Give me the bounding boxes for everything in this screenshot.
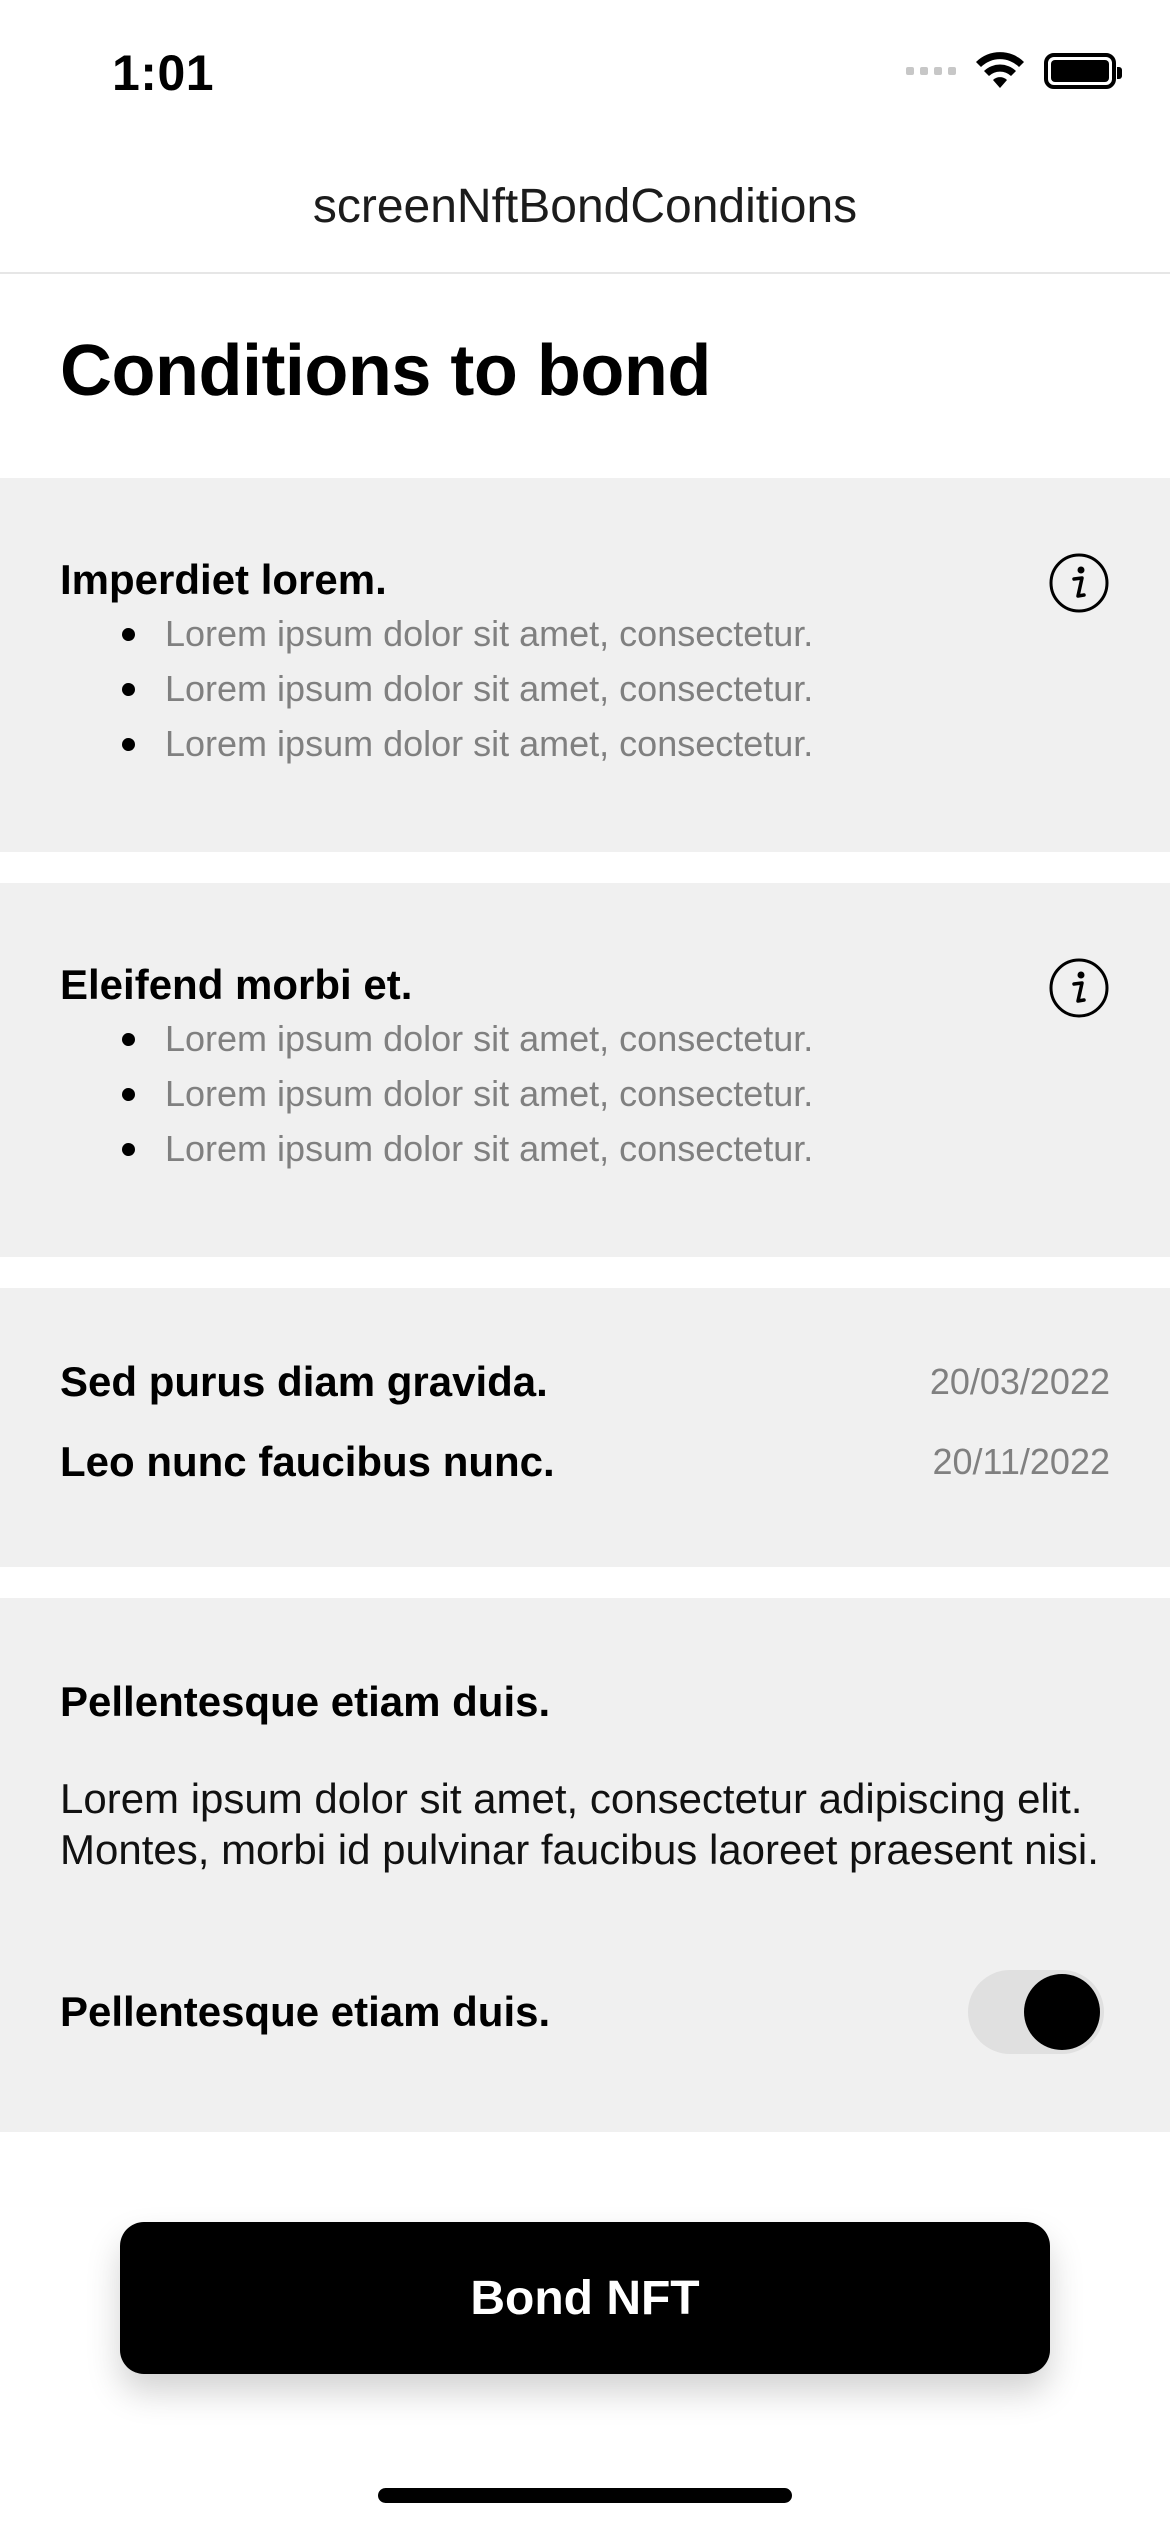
bond-nft-button[interactable]: Bond NFT <box>120 2222 1050 2374</box>
dates-card: Sed purus diam gravida. 20/03/2022 Leo n… <box>0 1288 1170 1567</box>
agreement-toggle[interactable] <box>968 1970 1104 2054</box>
wifi-icon <box>976 52 1024 88</box>
condition-heading: Imperdiet lorem. <box>60 556 387 603</box>
list-item: Lorem ipsum dolor sit amet, consectetur. <box>60 716 813 771</box>
status-icons <box>906 52 1122 90</box>
list-item: Lorem ipsum dolor sit amet, consectetur. <box>60 1011 813 1066</box>
info-icon[interactable] <box>1048 957 1110 1019</box>
list-item: Lorem ipsum dolor sit amet, consectetur. <box>60 606 813 661</box>
list-item: Lorem ipsum dolor sit amet, consectetur. <box>60 1121 813 1176</box>
list-item: Lorem ipsum dolor sit amet, consectetur. <box>60 661 813 716</box>
cellular-signal-icon <box>906 67 956 75</box>
battery-icon <box>1044 53 1122 89</box>
date-value: 20/03/2022 <box>929 1361 1110 1402</box>
agreement-heading: Pellentesque etiam duis. <box>60 1678 551 1725</box>
page-title: Conditions to bond <box>60 331 711 411</box>
agreement-toggle-row: Pellentesque etiam duis. <box>60 1970 1104 2054</box>
condition-card-2: Eleifend morbi et. Lorem ipsum dolor sit… <box>0 883 1170 1257</box>
condition-card-1: Imperdiet lorem. Lorem ipsum dolor sit a… <box>0 478 1170 852</box>
date-label: Leo nunc faucibus nunc. <box>60 1438 555 1485</box>
toggle-knob <box>1024 1974 1100 2050</box>
screen: 1:01 screenNftBondConditions Conditions … <box>0 0 1170 2532</box>
status-time: 1:01 <box>112 45 215 101</box>
agreement-body-text: Lorem ipsum dolor sit amet, consectetur … <box>60 1775 1099 1873</box>
nav-title: screenNftBondConditions <box>312 179 858 233</box>
navigation-bar: screenNftBondConditions <box>0 140 1170 274</box>
date-row: Leo nunc faucibus nunc. 20/11/2022 <box>60 1438 1110 1486</box>
info-icon[interactable] <box>1048 552 1110 614</box>
list-item: Lorem ipsum dolor sit amet, consectetur. <box>60 1066 813 1121</box>
toggle-label: Pellentesque etiam duis. <box>60 1988 551 2035</box>
home-indicator[interactable] <box>378 2488 792 2503</box>
condition-bullet-list: Lorem ipsum dolor sit amet, consectetur.… <box>60 606 813 771</box>
condition-heading: Eleifend morbi et. <box>60 961 413 1008</box>
date-label: Sed purus diam gravida. <box>60 1358 548 1405</box>
date-row: Sed purus diam gravida. 20/03/2022 <box>60 1358 1110 1406</box>
date-value: 20/11/2022 <box>932 1441 1110 1482</box>
status-bar: 1:01 <box>0 0 1170 140</box>
condition-bullet-list: Lorem ipsum dolor sit amet, consectetur.… <box>60 1011 813 1176</box>
